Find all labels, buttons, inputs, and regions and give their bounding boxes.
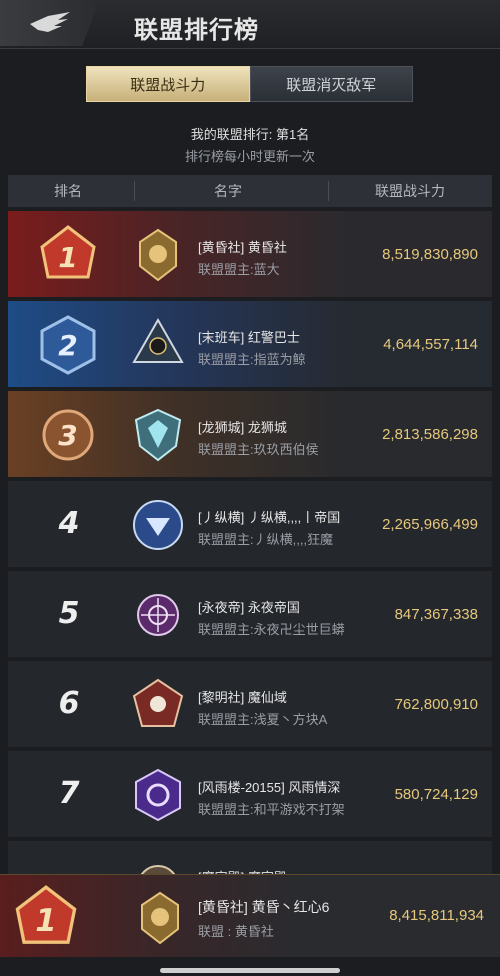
wing-back-icon [30,12,70,32]
rank-number: 5 [58,596,80,631]
rank-1-medal-icon: 1 [40,225,96,279]
header-name: 名字 [214,183,242,199]
table-row[interactable]: 3 [龙狮城] 龙狮城 联盟盟主:玖玖西伯侯 2,813,586,298 [8,391,492,477]
alliance-power: 847,367,338 [394,606,478,623]
table-row[interactable]: 6 [黎明社] 魔仙域 联盟盟主:浅夏丶方块A 762,800,910 [8,661,492,747]
alliance-power: 2,265,966,499 [382,516,478,533]
alliance-leader: 联盟盟主:玖玖西伯侯 [198,442,319,457]
purple-swirl-emblem-icon [135,768,181,822]
alliance-leader: 联盟盟主:浅夏丶方块A [198,712,328,727]
back-button[interactable] [0,0,100,46]
rank-3-medal-icon: 3 [42,409,94,461]
skull-crossbones-emblem-icon [132,678,184,727]
gold-eagle-emblem-icon [139,228,177,282]
alliance-name: [黎明社] 魔仙域 [198,690,287,705]
ice-shield-emblem-icon [134,408,182,462]
table-row[interactable]: 7 [风雨楼-20155] 风雨情深 联盟盟主:和平游戏不打架 580,724,… [8,751,492,837]
my-rank-text: 我的联盟排行: 第1名 [190,127,310,142]
rank-1-medal-icon: 1 [15,885,77,944]
alliance-name: [永夜帝] 永夜帝国 [198,600,300,615]
svg-text:2: 2 [58,329,77,362]
alliance-power: 4,644,557,114 [383,336,478,353]
gold-eagle-emblem-icon [141,891,179,945]
header-power: 联盟战斗力 [375,183,445,199]
rank-number: 6 [58,686,80,721]
tab-alliance-kills[interactable]: 联盟消灭敌军 [249,66,413,102]
home-indicator[interactable] [160,968,340,973]
alliance-name: [黄昏社] 黄昏社 [198,240,287,255]
alliance-name: [龙狮城] 龙狮城 [198,420,287,435]
alliance-leader: 联盟盟主:永夜卍尘世巨蟒 [198,622,345,637]
update-note-text: 排行榜每小时更新一次 [184,149,315,164]
header-divider [134,181,135,201]
svg-text:3: 3 [58,419,77,452]
alliance-power: 8,519,830,890 [382,246,478,263]
ranking-tabs: 联盟战斗力 联盟消灭敌军 [86,66,413,102]
header-divider [328,181,329,201]
page-title: 联盟排行榜 [134,17,259,44]
top-bar: 联盟排行榜 [0,0,500,49]
table-row[interactable]: 1 [黄昏社] 黄昏社 联盟盟主:蓝大 8,519,830,890 [8,211,492,297]
alliance-power: 762,800,910 [394,696,478,713]
my-alliance-power: 8,415,811,934 [389,907,484,924]
table-row[interactable]: 2 [末班车] 红警巴士 联盟盟主:指蓝为鲸 4,644,557,114 [8,301,492,387]
tab-alliance-power[interactable]: 联盟战斗力 [86,66,250,102]
my-alliance-name: [黄昏社] 黄昏丶红心6 [198,899,330,915]
rank-2-medal-icon: 2 [40,315,96,375]
table-row[interactable]: 5 [永夜帝] 永夜帝国 联盟盟主:永夜卍尘世巨蟒 847,367,338 [8,571,492,657]
my-alliance-leader: 联盟 : 黄昏社 [198,924,274,939]
svg-text:1: 1 [35,903,56,939]
alliance-leader: 联盟盟主:和平游戏不打架 [198,802,345,817]
alliance-leader: 联盟盟主:丿纵横,,,,狂魔 [198,532,334,547]
alliance-name: [丿纵横] 丿纵横,,,,丨帝国 [198,510,341,525]
alliance-power: 2,813,586,298 [382,426,478,443]
skull-star-emblem-icon [132,317,184,363]
alliance-power: 580,724,129 [394,786,478,803]
my-alliance-bar[interactable]: 1 [黄昏社] 黄昏丶红心6 联盟 : 黄昏社 8,415,811,934 [0,874,500,957]
alliance-leader: 联盟盟主:蓝大 [198,262,280,277]
rank-number: 4 [58,506,80,541]
crosshair-emblem-icon [137,594,179,636]
rank-number: 7 [58,776,80,811]
alliance-name: [末班车] 红警巴士 [198,330,300,345]
table-header: 排名 名字 联盟战斗力 [8,175,492,207]
svg-text:1: 1 [58,241,77,274]
table-row[interactable]: 4 [丿纵横] 丿纵横,,,,丨帝国 联盟盟主:丿纵横,,,,狂魔 2,265,… [8,481,492,567]
header-rank: 排名 [54,183,82,199]
blue-wing-emblem-icon [133,500,183,550]
alliance-leader: 联盟盟主:指蓝为鲸 [198,352,306,367]
alliance-name: [风雨楼-20155] 风雨情深 [198,780,341,795]
